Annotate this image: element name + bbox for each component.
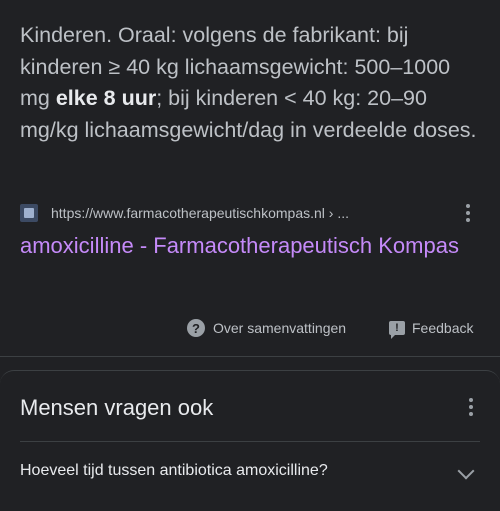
feedback-label: Feedback [412, 320, 474, 336]
question-circle-icon: ? [187, 319, 205, 337]
feedback-button[interactable]: ! Feedback [389, 316, 473, 340]
result-title-link[interactable]: amoxicilline - Farmacotherapeutisch Komp… [20, 230, 480, 262]
source-row[interactable]: https://www.farmacotherapeutischkompas.n… [20, 201, 480, 225]
featured-snippet-text: Kinderen. Oraal: volgens de fabrikant: b… [20, 20, 480, 146]
feedback-icon: ! [389, 321, 405, 339]
more-options-icon[interactable] [456, 201, 480, 225]
people-also-ask-card: Mensen vragen ook Hoeveel tijd tussen an… [0, 370, 500, 511]
source-url[interactable]: https://www.farmacotherapeutischkompas.n… [51, 205, 349, 221]
section-divider [0, 356, 500, 357]
snippet-text-bold: elke 8 uur [55, 86, 157, 110]
people-also-ask-title: Mensen vragen ook [20, 395, 214, 420]
chevron-down-icon[interactable] [457, 462, 475, 480]
site-favicon-icon [20, 204, 38, 222]
about-snippets-button[interactable]: ? Over samenvattingen [187, 316, 346, 340]
question-item[interactable]: Hoeveel tijd tussen antibiotica amoxicil… [20, 459, 328, 483]
card-divider [20, 441, 480, 442]
about-snippets-label: Over samenvattingen [213, 320, 347, 336]
more-options-icon[interactable] [459, 395, 483, 419]
snippet-feedback-row: ? Over samenvattingen ! Feedback [0, 316, 500, 340]
